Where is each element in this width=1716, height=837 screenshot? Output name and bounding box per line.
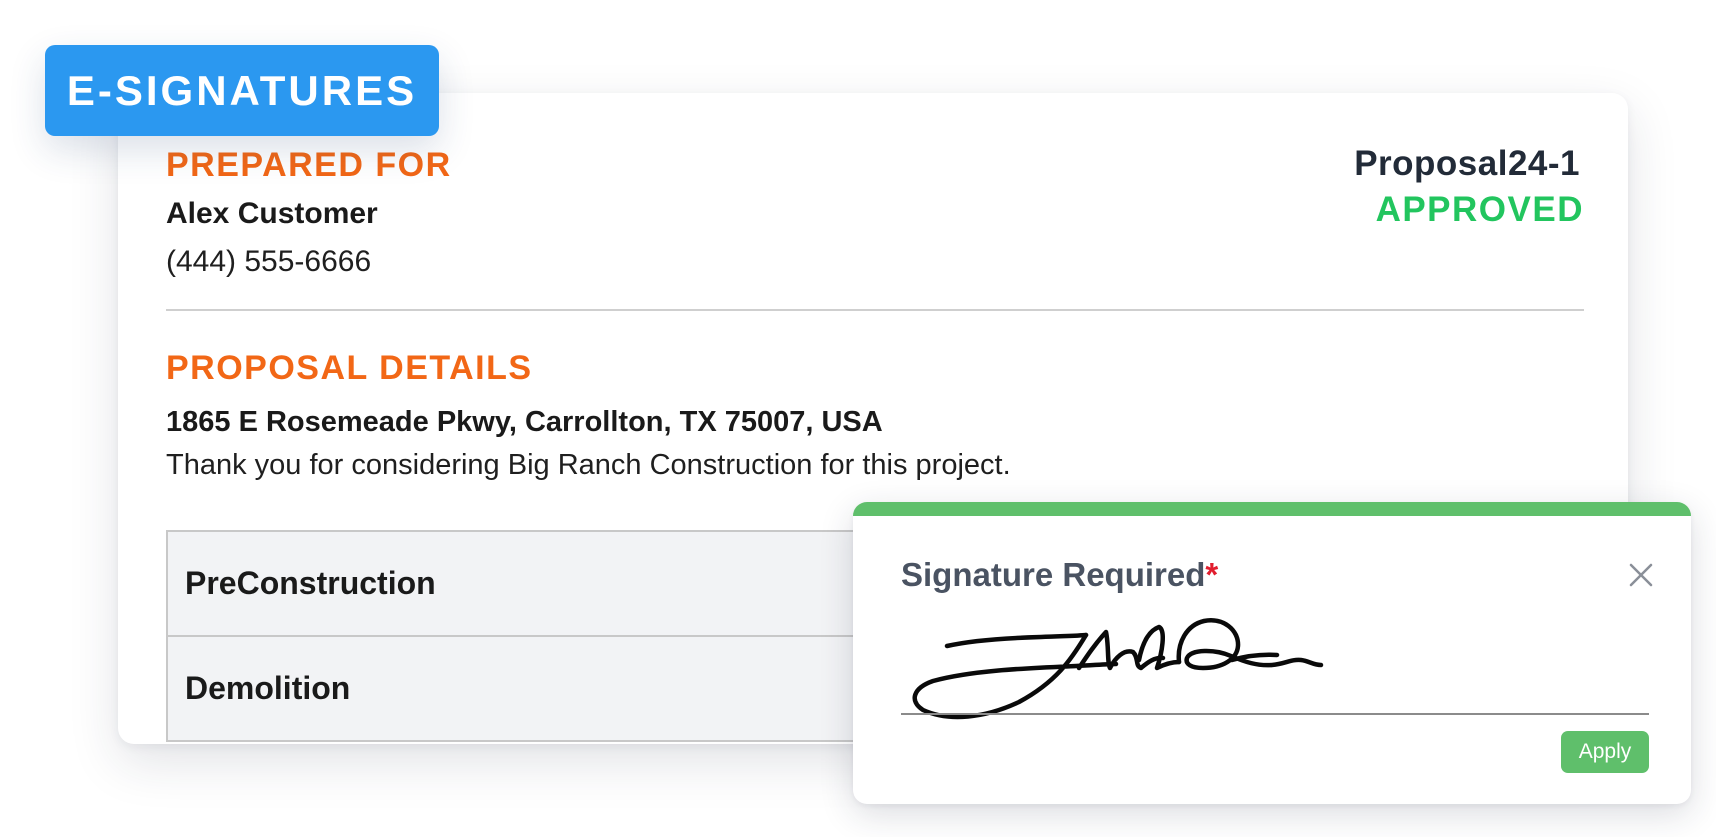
- signature-modal: Signature Required* Apply: [853, 502, 1691, 804]
- close-icon: [1629, 563, 1653, 587]
- e-signatures-badge: E-SIGNATURES: [45, 45, 439, 136]
- divider: [166, 309, 1584, 311]
- proposal-details-heading: PROPOSAL DETAILS: [166, 349, 533, 387]
- line-item-label: PreConstruction: [185, 565, 436, 601]
- signature-drawing: [912, 618, 1324, 720]
- project-address: 1865 E Rosemeade Pkwy, Carrollton, TX 75…: [166, 406, 883, 438]
- line-item-label: Demolition: [185, 670, 351, 706]
- customer-name: Alex Customer: [166, 197, 378, 230]
- intro-text: Thank you for considering Big Ranch Cons…: [166, 449, 1011, 481]
- apply-button[interactable]: Apply: [1561, 731, 1649, 773]
- line-item-row[interactable]: PreConstruction: [168, 532, 924, 637]
- status-badge: APPROVED: [1375, 190, 1584, 229]
- prepared-for-heading: PREPARED FOR: [166, 146, 452, 184]
- signature-line: [901, 713, 1649, 715]
- customer-phone: (444) 555-6666: [166, 245, 372, 278]
- close-button[interactable]: [1626, 560, 1656, 590]
- signature-pad[interactable]: [901, 618, 1649, 728]
- required-asterisk: *: [1205, 556, 1219, 593]
- signature-title-text: Signature Required: [901, 556, 1206, 593]
- proposal-id: Proposal24-1: [1354, 144, 1580, 183]
- signature-modal-title: Signature Required*: [901, 556, 1218, 594]
- stage: PREPARED FOR Alex Customer (444) 555-666…: [0, 0, 1716, 837]
- line-item-row[interactable]: Demolition: [168, 637, 924, 742]
- line-items-table: PreConstruction Demolition: [166, 530, 926, 742]
